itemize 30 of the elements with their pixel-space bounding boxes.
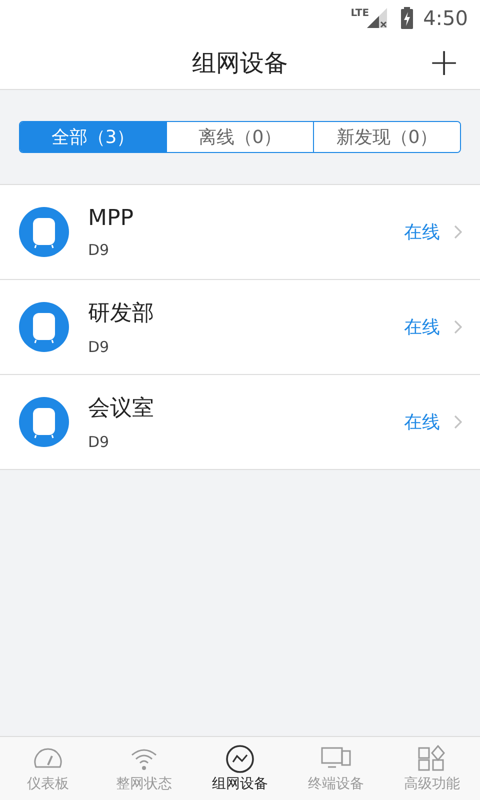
device-name: 会议室 (88, 395, 154, 423)
chevron-icon (454, 225, 462, 239)
filter-tab[interactable]: 全部（3） (20, 122, 166, 152)
page-title: 组网设备 (192, 48, 288, 78)
signal-icon (367, 8, 388, 28)
router-icon (19, 397, 69, 447)
shapes-icon (417, 744, 447, 772)
device-row[interactable]: MPP D9 在线 (0, 185, 480, 279)
status-label: 在线 (404, 411, 440, 434)
device-row[interactable]: 研发部 D9 在线 (0, 279, 480, 374)
filter-tab[interactable]: 离线（0） (166, 122, 313, 152)
router-icon (19, 207, 69, 257)
router-icon (19, 302, 69, 352)
battery-icon (401, 7, 414, 29)
device-name: MPP (88, 206, 134, 230)
device-model: D9 (88, 338, 110, 356)
chevron-icon (454, 415, 462, 429)
filter-tab[interactable]: 新发现（0） (313, 122, 460, 152)
line-chart-icon (225, 744, 255, 772)
status-label: 在线 (404, 221, 440, 244)
add-button[interactable]: + (424, 42, 464, 82)
chevron-icon (454, 320, 462, 334)
device-model: D9 (88, 240, 110, 258)
nav-tab[interactable]: 组网设备 (192, 737, 288, 800)
network-label: LTE (350, 8, 370, 19)
device-model: D9 (88, 433, 110, 451)
clock-time: 4:50 (423, 6, 468, 30)
device-name: 研发部 (88, 300, 154, 328)
device-row[interactable]: 会议室 D9 在线 (0, 374, 480, 469)
status-label: 在线 (404, 316, 440, 339)
